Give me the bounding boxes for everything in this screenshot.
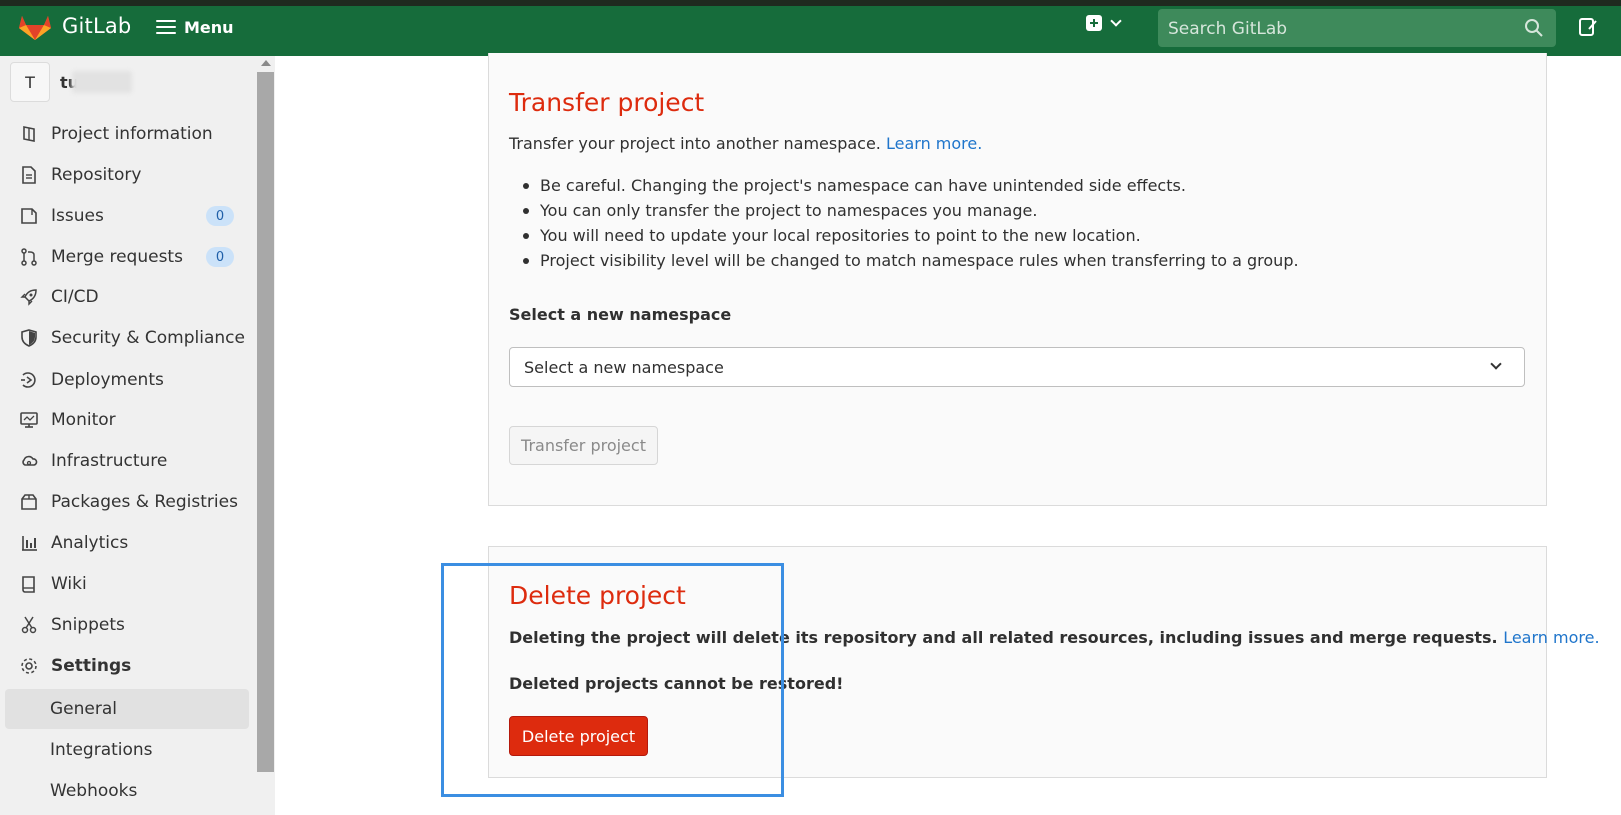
shield-icon [19, 328, 39, 348]
sidebar-item-settings[interactable]: Settings [5, 646, 249, 686]
sidebar-item-security-compliance[interactable]: Security & Compliance [5, 318, 249, 358]
todo-icon[interactable] [1578, 17, 1598, 37]
namespace-select[interactable]: Select a new namespace [509, 347, 1525, 387]
transfer-warnings-list: Be careful. Changing the project's names… [523, 173, 1299, 273]
namespace-label: Select a new namespace [509, 305, 732, 324]
rocket-icon [19, 287, 39, 307]
chevron-down-icon [1110, 15, 1122, 27]
search-placeholder: Search GitLab [1168, 19, 1288, 39]
book-icon [19, 574, 39, 594]
sidebar-item-monitor[interactable]: Monitor [5, 400, 249, 440]
scrollbar-thumb[interactable] [257, 72, 274, 772]
sidebar-item-issues[interactable]: Issues 0 [5, 196, 249, 236]
sidebar-project[interactable]: T tu [10, 62, 132, 102]
transfer-project-title: Transfer project [509, 88, 705, 117]
sidebar-item-packages-registries[interactable]: Packages & Registries [5, 482, 249, 522]
gitlab-logo-icon[interactable] [18, 11, 52, 41]
chart-icon [19, 533, 39, 553]
search-icon [1525, 19, 1543, 37]
transfer-project-description: Transfer your project into another names… [509, 134, 983, 153]
sidebar-subitem-webhooks[interactable]: Webhooks [5, 771, 249, 811]
brand-name[interactable]: GitLab [62, 14, 131, 38]
sidebar-item-project-information[interactable]: Project information [5, 114, 249, 154]
sidebar-item-deployments[interactable]: Deployments [5, 360, 249, 400]
issues-icon [19, 206, 39, 226]
namespace-select-value: Select a new namespace [524, 358, 724, 377]
sidebar-item-analytics[interactable]: Analytics [5, 523, 249, 563]
hamburger-icon [156, 20, 176, 34]
list-item: Project visibility level will be changed… [523, 248, 1299, 273]
sidebar-item-repository[interactable]: Repository [5, 155, 249, 195]
snippet-icon [19, 615, 39, 635]
project-name: tu [60, 70, 132, 93]
issues-count-badge: 0 [206, 206, 234, 226]
monitor-icon [19, 410, 39, 430]
package-icon [19, 492, 39, 512]
scroll-up-arrow-icon[interactable] [261, 60, 271, 66]
delete-learn-more-link[interactable]: Learn more. [1503, 628, 1599, 647]
transfer-learn-more-link[interactable]: Learn more. [886, 134, 982, 153]
search-input[interactable]: Search GitLab [1158, 9, 1556, 47]
project-icon [19, 124, 39, 144]
deployments-icon [19, 370, 39, 390]
menu-button[interactable]: Menu [156, 12, 234, 42]
transfer-project-button[interactable]: Transfer project [509, 426, 658, 465]
sidebar-item-infrastructure[interactable]: Infrastructure [5, 441, 249, 481]
new-item-dropdown[interactable] [1086, 15, 1122, 31]
list-item: You will need to update your local repos… [523, 223, 1299, 248]
doc-text-icon [19, 165, 39, 185]
sidebar-item-ci-cd[interactable]: CI/CD [5, 277, 249, 317]
chevron-down-icon [1490, 358, 1502, 370]
git-merge-icon [19, 247, 39, 267]
cloud-gear-icon [19, 451, 39, 471]
sidebar-item-merge-requests[interactable]: Merge requests 0 [5, 237, 249, 277]
list-item: Be careful. Changing the project's names… [523, 173, 1299, 198]
sidebar-item-wiki[interactable]: Wiki [5, 564, 249, 604]
sidebar-subitem-general[interactable]: General [5, 689, 249, 729]
menu-label: Menu [184, 17, 234, 37]
plus-square-icon [1086, 15, 1102, 31]
highlight-annotation-box [441, 563, 784, 797]
sidebar-item-snippets[interactable]: Snippets [5, 605, 249, 645]
merge-requests-count-badge: 0 [206, 247, 234, 267]
settings-icon [19, 656, 39, 676]
project-avatar: T [10, 62, 50, 102]
redacted-text [72, 70, 132, 93]
sidebar-subitem-integrations[interactable]: Integrations [5, 730, 249, 770]
list-item: You can only transfer the project to nam… [523, 198, 1299, 223]
